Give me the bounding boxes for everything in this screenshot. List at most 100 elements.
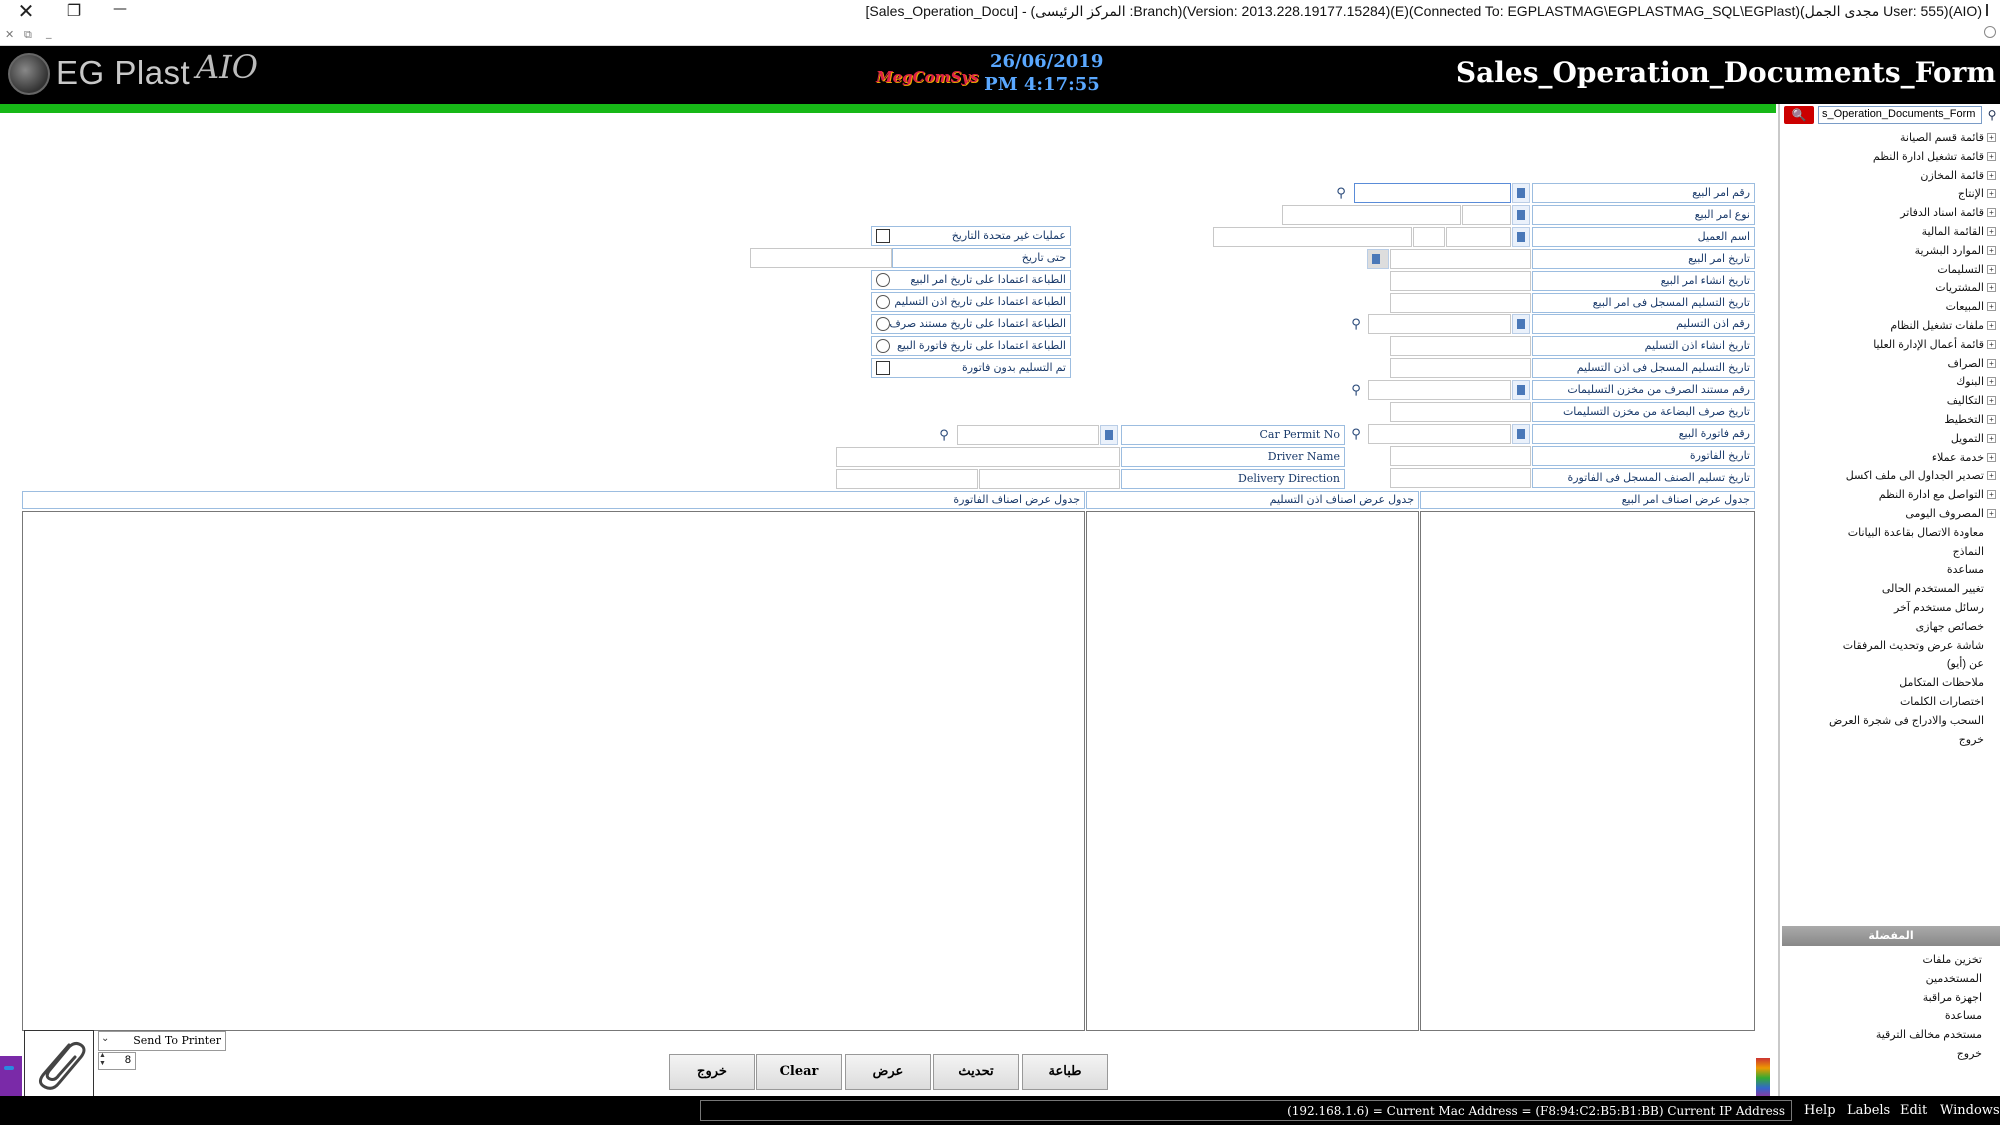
leaf-icon[interactable] — [1987, 528, 1996, 537]
text-input[interactable] — [1390, 271, 1531, 291]
tree-item[interactable]: + المبيعات — [1946, 297, 1996, 316]
tree-item[interactable]: + خدمة عملاء — [1932, 448, 1996, 467]
expand-icon[interactable]: + — [1987, 415, 1996, 424]
menu-windows[interactable]: Windows — [1940, 1103, 2000, 1118]
tree-item[interactable]: + قائمة تشغيل ادارة النظم — [1873, 147, 1996, 166]
tree-item[interactable]: مساعدة — [1947, 560, 1996, 579]
restore-window-button[interactable]: ❐ — [58, 0, 90, 22]
picker-icon[interactable] — [1512, 227, 1530, 247]
print-by-issue-doc-date-radio[interactable] — [876, 317, 890, 331]
expand-icon[interactable]: + — [1987, 170, 1996, 180]
leaf-icon[interactable] — [1987, 735, 1996, 744]
favorite-item[interactable]: اجهزة مراقبة — [1923, 988, 1982, 1007]
expand-icon[interactable]: + — [1987, 471, 1996, 481]
leaf-icon[interactable] — [1987, 678, 1996, 687]
tree-item[interactable]: + الموارد البشرية — [1915, 241, 1996, 260]
tree-item[interactable]: ملاحظات المتكامل — [1899, 673, 1996, 692]
favorite-item[interactable]: مستخدم مخالف الترقية — [1876, 1025, 1982, 1044]
print-by-delivery-date-radio[interactable] — [876, 295, 890, 309]
tree-item[interactable]: + ملفات تشغيل النظام — [1890, 316, 1996, 335]
text-input[interactable] — [1390, 402, 1531, 422]
expand-icon[interactable]: + — [1987, 452, 1996, 462]
leaf-icon[interactable] — [1987, 716, 1996, 725]
expand-icon[interactable]: + — [1987, 509, 1996, 518]
picker-icon[interactable] — [1512, 314, 1530, 334]
until-date-input[interactable] — [750, 248, 892, 268]
tree-item[interactable]: شاشة عرض وتحديث المرفقات — [1843, 636, 1996, 655]
lookup-input[interactable] — [1368, 314, 1511, 334]
expand-icon[interactable]: + — [1987, 302, 1996, 312]
delivered-without-invoice-checkbox[interactable] — [876, 361, 890, 375]
expand-icon[interactable]: + — [1987, 358, 1996, 368]
text-input[interactable] — [1390, 446, 1531, 466]
attachment-button[interactable] — [24, 1030, 94, 1098]
print-by-invoice-date-radio[interactable] — [876, 339, 890, 353]
expand-icon[interactable]: + — [1987, 321, 1996, 330]
order-items-grid[interactable] — [1420, 511, 1755, 1031]
delivery-direction-input-2[interactable] — [979, 469, 1120, 489]
refresh-button[interactable]: تحديث — [933, 1054, 1019, 1090]
tree-item[interactable]: + تصدير الجداول الى ملف اكسل — [1846, 466, 1996, 485]
expand-icon[interactable]: + — [1987, 189, 1996, 199]
tree-item[interactable]: السحب والادراج فى شجرة العرض — [1829, 711, 1996, 730]
favorite-item[interactable]: تخزين ملفات — [1922, 950, 1982, 969]
expand-icon[interactable]: + — [1987, 133, 1996, 142]
lookup-input[interactable] — [1368, 424, 1511, 444]
expand-icon[interactable]: + — [1987, 208, 1996, 218]
expand-icon[interactable]: + — [1987, 151, 1996, 161]
expand-icon[interactable]: + — [1987, 433, 1996, 443]
leaf-icon[interactable] — [1987, 584, 1996, 593]
search-icon[interactable]: ⚲ — [1331, 183, 1351, 203]
driver-name-input[interactable] — [836, 447, 1120, 467]
search-icon[interactable]: ⚲ — [1984, 106, 2000, 124]
mdi-close-button[interactable]: ✕ — [5, 28, 14, 41]
invoice-items-grid[interactable] — [22, 511, 1085, 1031]
non-unified-dates-checkbox[interactable] — [876, 229, 890, 243]
expand-icon[interactable]: + — [1987, 264, 1996, 274]
search-input[interactable]: s_Operation_Documents_Form — [1818, 106, 1982, 124]
tree-item[interactable]: + التخطيط — [1944, 410, 1996, 429]
text-input[interactable] — [1390, 358, 1531, 378]
send-to-printer-select[interactable]: Send To Printer — [98, 1031, 226, 1051]
customer-code-input[interactable] — [1446, 227, 1511, 247]
tree-item[interactable]: + المشتريات — [1935, 278, 1996, 297]
minimize-window-button[interactable]: — — [104, 0, 136, 20]
text-input[interactable] — [1390, 336, 1531, 356]
settings-icon[interactable] — [1984, 26, 1996, 38]
view-button[interactable]: عرض — [845, 1054, 931, 1090]
chevron-down-icon[interactable]: ⌄ — [101, 1033, 109, 1044]
tree-item[interactable]: عن (أيو) — [1947, 654, 1996, 673]
leaf-icon[interactable] — [1987, 565, 1996, 574]
tree-item[interactable]: + قائمة قسم الصيانة — [1900, 128, 1996, 147]
customer-name-input[interactable] — [1213, 227, 1412, 247]
expand-icon[interactable]: + — [1987, 377, 1996, 387]
side-tab-indicator[interactable] — [0, 1056, 22, 1096]
expand-icon[interactable]: + — [1987, 396, 1996, 406]
tree-item[interactable]: + الإنتاج — [1958, 184, 1996, 203]
delivery-items-grid[interactable] — [1086, 511, 1419, 1031]
expand-icon[interactable]: + — [1987, 283, 1996, 293]
tree-item[interactable]: خروج — [1959, 730, 1996, 749]
tree-item[interactable]: + المصروف اليومى — [1905, 504, 1996, 523]
tree-item[interactable]: اختصارات الكلمات — [1900, 692, 1996, 711]
expand-icon[interactable]: + — [1987, 245, 1996, 255]
tree-item[interactable]: النماذج — [1953, 542, 1996, 561]
mdi-minimize-button[interactable]: _ — [46, 26, 52, 39]
favorite-item[interactable]: المستخدمين — [1926, 969, 1982, 988]
car-permit-search-icon[interactable]: ⚲ — [934, 425, 954, 445]
tree-item[interactable]: رسائل مستخدم آخر — [1894, 598, 1996, 617]
leaf-icon[interactable] — [1987, 641, 1996, 650]
lookup-input[interactable] — [1354, 183, 1511, 203]
tree-item[interactable]: + قائمة أعمال الإدارة العليا — [1873, 335, 1996, 354]
search-icon[interactable]: ⚲ — [1346, 314, 1366, 334]
leaf-icon[interactable] — [1987, 603, 1996, 612]
menu-help[interactable]: Help — [1804, 1103, 1836, 1118]
leaf-icon[interactable] — [1987, 697, 1996, 706]
tree-item[interactable]: تغيير المستخدم الحالى — [1882, 579, 1996, 598]
leaf-icon[interactable] — [1987, 547, 1996, 556]
tree-item[interactable]: + البنوك — [1956, 372, 1996, 391]
picker-icon[interactable] — [1512, 380, 1530, 400]
exit-button[interactable]: خروج — [669, 1054, 755, 1090]
date-input[interactable] — [1390, 249, 1531, 269]
picker-icon[interactable] — [1512, 424, 1530, 444]
